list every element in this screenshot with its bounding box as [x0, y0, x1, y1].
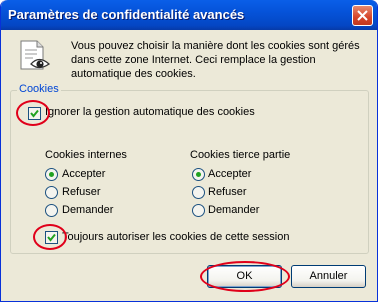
ok-button[interactable]: OK: [207, 265, 282, 288]
third-party-prompt-radio[interactable]: [192, 204, 205, 217]
intro-text: Vous pouvez choisir la manière dont les …: [71, 40, 360, 80]
window-title: Paramètres de confidentialité avancés: [8, 7, 245, 22]
session-cookies-checkbox[interactable]: [45, 231, 58, 244]
third-party-heading: Cookies tierce partie: [190, 149, 291, 161]
override-automatic-label[interactable]: Ignorer la gestion automatique des cooki…: [45, 106, 255, 118]
third-party-refuse-label[interactable]: Refuser: [208, 186, 247, 198]
radio-selected-dot: [49, 172, 54, 177]
close-button[interactable]: [352, 5, 373, 26]
first-party-accept-label[interactable]: Accepter: [62, 168, 105, 180]
third-party-accept-label[interactable]: Accepter: [208, 168, 251, 180]
title-bar[interactable]: Paramètres de confidentialité avancés: [1, 0, 377, 30]
checkmark-icon: [47, 233, 56, 242]
dialog-body: Vous pouvez choisir la manière dont les …: [5, 30, 374, 298]
override-automatic-checkbox[interactable]: [28, 107, 41, 120]
third-party-refuse-radio[interactable]: [192, 186, 205, 199]
first-party-refuse-label[interactable]: Refuser: [62, 186, 101, 198]
first-party-refuse-radio[interactable]: [45, 186, 58, 199]
privacy-document-icon: [20, 40, 51, 70]
first-party-prompt-radio[interactable]: [45, 204, 58, 217]
first-party-prompt-label[interactable]: Demander: [62, 204, 113, 216]
cancel-button[interactable]: Annuler: [291, 265, 366, 288]
checkmark-icon: [30, 109, 39, 118]
session-cookies-label[interactable]: Toujours autoriser les cookies de cette …: [62, 231, 289, 243]
first-party-heading: Cookies internes: [45, 149, 127, 161]
first-party-accept-radio[interactable]: [45, 168, 58, 181]
third-party-prompt-label[interactable]: Demander: [208, 204, 259, 216]
radio-selected-dot: [196, 172, 201, 177]
cookies-legend: Cookies: [17, 83, 61, 95]
third-party-accept-radio[interactable]: [192, 168, 205, 181]
privacy-settings-dialog: Paramètres de confidentialité avancés Vo…: [0, 0, 378, 302]
close-icon: [357, 10, 368, 21]
